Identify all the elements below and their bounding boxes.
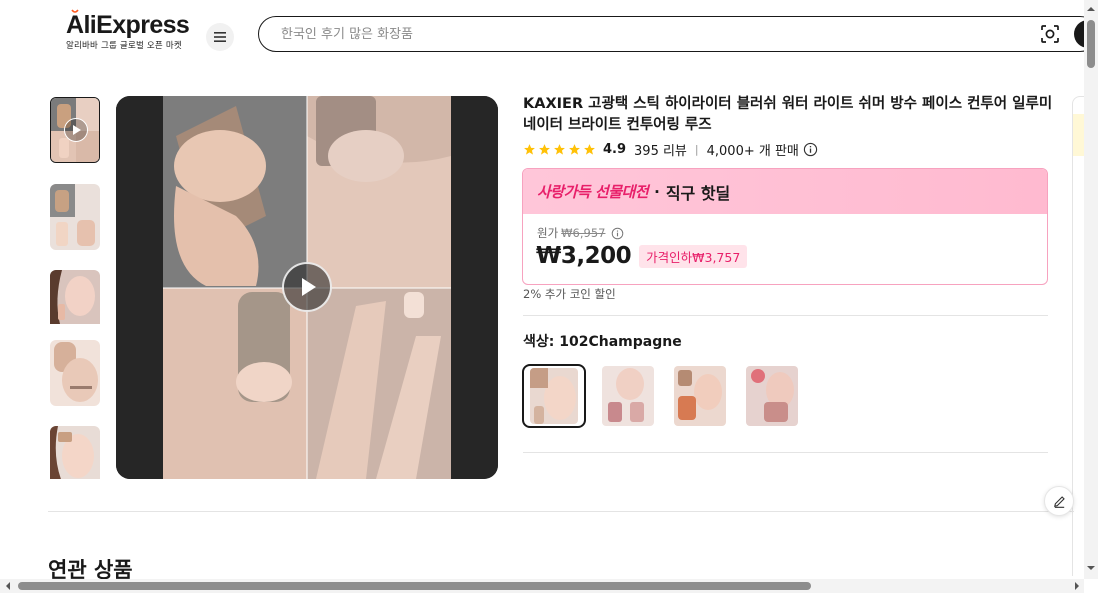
thumbnail-image-4[interactable] <box>50 340 100 406</box>
swatch-image <box>746 366 798 426</box>
vertical-scroll-thumb[interactable] <box>1087 20 1095 68</box>
thumbnail-image-5[interactable] <box>50 426 100 479</box>
horizontal-scroll-thumb[interactable] <box>18 582 811 590</box>
info-icon[interactable] <box>803 142 818 157</box>
star-icon <box>524 143 535 155</box>
thumbnail-image-3[interactable] <box>50 270 100 336</box>
section-divider <box>48 511 1074 512</box>
star-icon <box>539 143 550 155</box>
rating-stars <box>523 143 596 156</box>
thumbnail-image-2[interactable] <box>50 184 100 250</box>
logo-tagline: 알리바바 그룹 글로벌 오픈 마켓 <box>66 41 182 51</box>
aliexpress-logo[interactable]: AliExpress 알리바바 그룹 글로벌 오픈 마켓 <box>66 9 190 51</box>
promo-label: 직구 핫딜 <box>665 183 731 203</box>
pencil-icon <box>1053 495 1065 508</box>
thumbnail-strip <box>48 96 104 479</box>
rating-summary: 4.9 395 리뷰 | 4,000+ 개 판매 <box>523 139 818 159</box>
video-play-button[interactable] <box>282 262 332 312</box>
feedback-button[interactable] <box>1044 486 1074 516</box>
product-title: KAXIER 고광택 스틱 하이라이터 블러쉬 워터 라이트 쉬머 방수 페이스… <box>523 96 1053 133</box>
current-price-row: ₩3,200 가격인하₩3,757 <box>536 243 748 269</box>
play-icon <box>64 118 88 142</box>
sold-count: 4,000+ 개 판매 <box>706 143 799 159</box>
side-panel-edge <box>1072 96 1084 576</box>
discount-badge: 가격인하₩3,757 <box>639 244 748 268</box>
main-product-video[interactable] <box>116 96 498 479</box>
hamburger-menu-icon <box>214 32 226 42</box>
scroll-up-arrow-icon[interactable] <box>1084 4 1098 14</box>
current-price: ₩3,200 <box>536 243 632 269</box>
camera-search-icon[interactable] <box>1039 23 1061 45</box>
star-icon <box>554 143 565 155</box>
search-bar <box>258 16 1098 52</box>
original-price: ₩6,957 <box>561 226 606 240</box>
thumbnail-video[interactable] <box>50 97 100 163</box>
original-price-label: 원가 <box>537 226 559 240</box>
thumbnail-image <box>50 270 100 324</box>
vertical-scrollbar[interactable] <box>1084 0 1098 579</box>
color-swatch-2[interactable] <box>596 364 660 428</box>
separator: | <box>694 142 699 156</box>
divider <box>523 315 1048 316</box>
thumbnail-image <box>50 426 100 479</box>
thumbnail-image <box>50 184 100 250</box>
side-panel-banner <box>1073 114 1084 156</box>
original-price-row: 원가 ₩6,957 <box>537 225 624 241</box>
thumbnail-image <box>50 340 100 406</box>
promo-separator: · <box>654 182 660 201</box>
scroll-right-arrow-icon[interactable] <box>1072 579 1082 593</box>
horizontal-scrollbar[interactable] <box>0 579 1084 593</box>
play-icon <box>302 278 316 296</box>
color-swatch-4[interactable] <box>740 364 804 428</box>
logo-smile-mark <box>71 9 79 13</box>
promo-price-box: 사랑가득 선물대전 · 직구 핫딜 원가 ₩6,957 ₩3,200 가격인하₩… <box>522 168 1048 285</box>
promo-campaign-name: 사랑가득 선물대전 <box>537 183 649 201</box>
swatch-image <box>530 368 578 424</box>
info-icon[interactable] <box>611 227 624 240</box>
site-header: AliExpress 알리바바 그룹 글로벌 오픈 마켓 <box>0 0 1098 68</box>
coin-discount-note: 2% 추가 코인 할인 <box>523 287 616 301</box>
color-option-label: 색상: 102Champagne <box>523 334 682 350</box>
color-swatch-102champagne[interactable] <box>522 364 586 428</box>
scroll-down-arrow-icon[interactable] <box>1084 563 1098 573</box>
category-menu-button[interactable] <box>206 23 234 51</box>
search-input[interactable] <box>281 23 1021 45</box>
logo-wordmark: AliExpress <box>66 11 190 39</box>
swatch-image <box>674 366 726 426</box>
swatch-image <box>602 366 654 426</box>
divider <box>523 452 1048 453</box>
star-icon <box>584 143 595 155</box>
star-icon <box>569 143 580 155</box>
rating-value: 4.9 <box>603 141 627 157</box>
scroll-left-arrow-icon[interactable] <box>3 579 13 593</box>
promo-banner: 사랑가득 선물대전 · 직구 핫딜 <box>523 169 1047 214</box>
color-swatch-3[interactable] <box>668 364 732 428</box>
review-count-link[interactable]: 395 리뷰 <box>634 140 687 159</box>
